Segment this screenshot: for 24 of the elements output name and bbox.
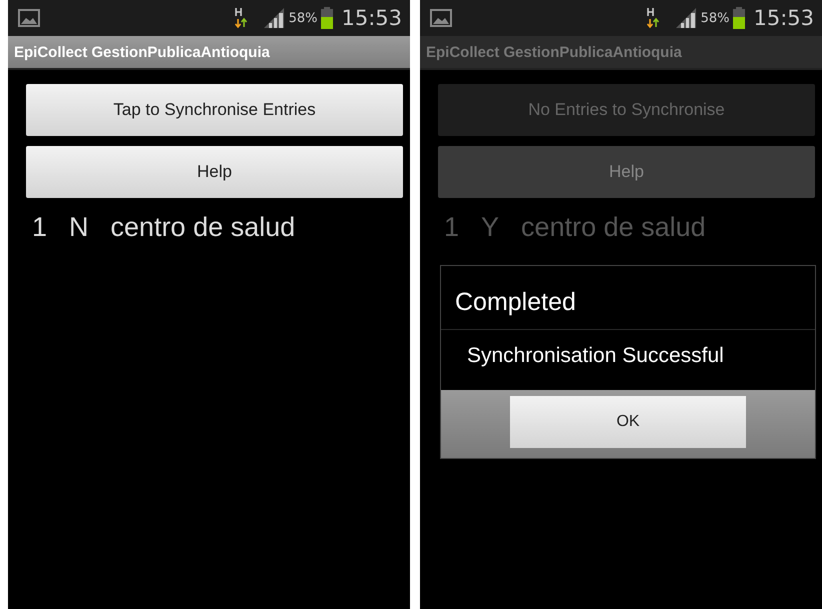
battery-icon xyxy=(321,7,334,29)
battery-percentage: 58% xyxy=(288,10,318,26)
battery-icon xyxy=(733,7,746,29)
image-icon xyxy=(18,9,40,27)
entry-number: 1 xyxy=(444,212,460,243)
entry-sync-status: Y xyxy=(481,212,500,243)
entry-sync-status: N xyxy=(69,212,89,243)
dialog-title: Completed xyxy=(441,266,815,330)
clock-time: 15:53 xyxy=(753,6,814,30)
signal-icon xyxy=(674,7,697,29)
data-arrows-icon xyxy=(646,7,659,29)
entry-name[interactable]: centro de salud xyxy=(110,212,296,243)
entry-number: 1 xyxy=(32,212,48,243)
signal-icon xyxy=(262,7,285,29)
clock-time: 15:53 xyxy=(341,6,402,30)
battery-percentage: 58% xyxy=(700,10,730,26)
image-icon xyxy=(430,9,452,27)
app-title: EpiCollect GestionPublicaAntioquia xyxy=(426,44,682,60)
app-title: EpiCollect GestionPublicaAntioquia xyxy=(14,44,270,60)
dialog-message: Synchronisation Successful xyxy=(466,343,725,369)
ok-button[interactable]: OK xyxy=(510,396,746,448)
menu-button[interactable]: Tap to Synchronise Entries xyxy=(26,84,403,136)
menu-button[interactable]: Help xyxy=(26,146,403,198)
data-arrows-icon xyxy=(234,7,247,29)
